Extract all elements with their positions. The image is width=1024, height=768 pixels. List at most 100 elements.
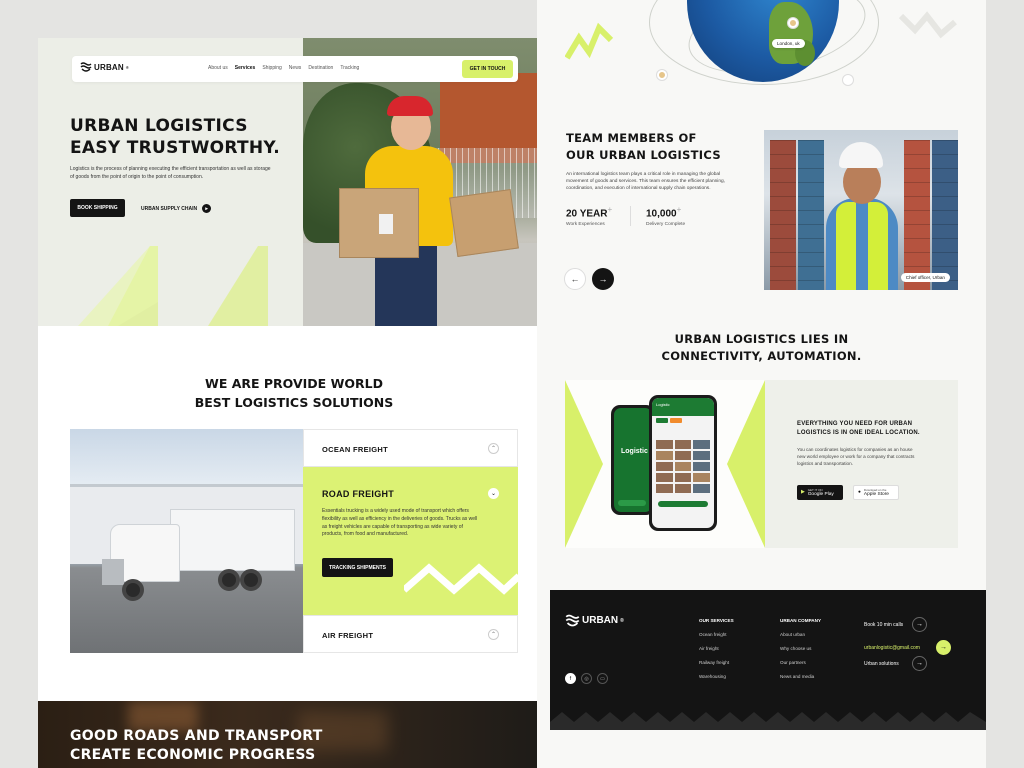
app-mockup-area: Logistic Logistic	[565, 380, 765, 548]
social-links: f ◎ ▭	[565, 673, 608, 684]
location-pin-icon[interactable]	[843, 75, 853, 85]
footer-link[interactable]: Our partners	[780, 660, 821, 665]
globe-section: London, uk	[537, 0, 986, 100]
solutions-title-line2: BEST LOGISTICS SOLUTIONS	[194, 395, 394, 410]
footer-link[interactable]: Why choose us	[780, 646, 821, 651]
location-pin-icon[interactable]	[657, 70, 667, 80]
wave-logo-icon	[80, 62, 92, 72]
road-freight-description: Essentials trucking is a widely used mod…	[322, 508, 478, 538]
get-in-touch-button[interactable]: GET IN TOUCH	[462, 60, 513, 78]
app-header: Logistic	[652, 398, 714, 416]
stat-label: Delivery Complete	[646, 222, 686, 228]
economic-progress-banner: GOOD ROADS AND TRANSPORT CREATE ECONOMIC…	[38, 701, 550, 768]
location-badge: London, uk	[772, 39, 805, 48]
arrow-right-icon: →	[912, 656, 927, 671]
zigzag-decoration	[899, 11, 957, 39]
truck-image	[70, 429, 303, 653]
site-footer: URBAN ® f ◎ ▭ OUR SERVICES Ocean freight …	[550, 590, 986, 730]
apple-icon: ●	[858, 490, 861, 495]
chevron-down-icon[interactable]: ⌄	[488, 488, 499, 499]
accordion-ocean-freight[interactable]: OCEAN FREIGHT ⌃	[303, 429, 518, 467]
footer-heading: OUR SERVICES	[699, 618, 734, 623]
banner-title: GOOD ROADS AND TRANSPORT CREATE ECONOMIC…	[70, 727, 323, 765]
footer-link[interactable]: Ocean freight	[699, 632, 734, 637]
hero-description: Logistics is the process of planning exe…	[70, 166, 271, 180]
wave-logo-icon	[565, 614, 580, 627]
urban-solutions-link[interactable]: Urban solutions →	[864, 656, 927, 671]
stat-suffix: +	[607, 205, 613, 214]
store-name: Google Play	[807, 492, 834, 497]
team-member-image: Chief officer, Urban	[764, 130, 958, 290]
footer-services-column: OUR SERVICES Ocean freight Air freight R…	[699, 618, 734, 688]
twitter-icon[interactable]: ▭	[597, 673, 608, 684]
footer-heading: URBAN COMPANY	[780, 618, 822, 623]
banner-title-line2: CREATE ECONOMIC PROGRESS	[70, 747, 316, 763]
book-calls-link[interactable]: Book 10 min calls →	[864, 617, 927, 632]
store-small-label: Download on the	[863, 488, 887, 492]
google-play-button[interactable]: ▶ GET IT ON Google Play	[797, 485, 843, 500]
footer-link[interactable]: About urban	[780, 632, 821, 637]
hero-title-line1: URBAN LOGISTICS	[70, 116, 248, 136]
store-small-label: GET IT ON	[807, 488, 823, 492]
chevron-up-icon[interactable]: ⌃	[488, 629, 499, 640]
nav-link-about[interactable]: About us	[208, 65, 228, 71]
footer-link[interactable]: Air freight	[699, 646, 734, 651]
brand-name: URBAN	[582, 615, 619, 626]
nav-link-tracking[interactable]: Tracking	[340, 65, 359, 71]
footer-link[interactable]: Railway freight	[699, 660, 734, 665]
nav-link-destination[interactable]: Destination	[308, 65, 333, 71]
connectivity-title: URBAN LOGISTICS LIES IN CONNECTIVITY, AU…	[537, 331, 986, 365]
zigzag-decoration	[565, 22, 614, 60]
nav-link-shipping[interactable]: Shipping	[262, 65, 281, 71]
accordion-road-freight[interactable]: ROAD FREIGHT ⌄ Essentials trucking is a …	[303, 467, 519, 615]
banner-title-line1: GOOD ROADS AND TRANSPORT	[70, 728, 323, 744]
app-image-grid	[656, 440, 710, 493]
play-arrow-icon: ▸	[202, 204, 212, 213]
divider	[630, 206, 631, 226]
stat-label: Work Experiences	[566, 222, 605, 228]
arrow-right-icon: →	[936, 640, 951, 655]
team-title-line2: OUR URBAN LOGISTICS	[566, 148, 721, 162]
stat-value: 10,000	[646, 208, 677, 220]
cta-label: Book 10 min calls	[864, 622, 904, 628]
stat-value: 20 YEAR	[566, 208, 608, 220]
arrow-right-icon: →	[912, 617, 927, 632]
brand-logo[interactable]: URBAN ®	[80, 62, 129, 72]
facebook-icon[interactable]: f	[565, 673, 576, 684]
landing-page-right: London, uk TEAM MEMBERS OF OUR URBAN LOG…	[537, 0, 986, 768]
arrow-right-icon[interactable]: →	[592, 268, 614, 290]
promo-description: You can coordinates logistics for compan…	[797, 447, 915, 466]
solutions-title-line1: WE ARE PROVIDE WORLD	[205, 376, 383, 391]
footer-brand-logo[interactable]: URBAN ®	[565, 614, 624, 627]
app-promo-card: Logistic Logistic EVERYTHING YOU NEED FO…	[565, 380, 958, 548]
book-shipping-button[interactable]: BOOK SHIPPING	[70, 199, 125, 217]
arrow-left-icon[interactable]: ←	[564, 268, 586, 290]
landing-page-left: URBAN ® About us Services Shipping News D…	[38, 38, 550, 768]
team-description: An international logistics team plays a …	[566, 172, 726, 191]
tracking-shipments-button[interactable]: TRACKING SHIPMENTS	[322, 558, 393, 577]
email-label: urbanlogistic@gmail.com	[864, 645, 920, 651]
nav-link-news[interactable]: News	[289, 65, 302, 71]
instagram-icon[interactable]: ◎	[581, 673, 592, 684]
stat-suffix: +	[676, 205, 682, 214]
accordion-air-freight[interactable]: AIR FREIGHT ⌃	[303, 615, 518, 653]
zigzag-decoration	[58, 246, 268, 326]
photo-caption: Chief officer, Urban	[900, 273, 950, 282]
app-header-title: Logistic	[656, 402, 670, 407]
nav-link-services[interactable]: Services	[235, 65, 256, 71]
connectivity-title-line2: CONNECTIVITY, AUTOMATION.	[661, 349, 862, 363]
accordion-title: OCEAN FREIGHT	[322, 445, 388, 454]
location-pin-icon[interactable]	[788, 18, 798, 28]
phone-mockup-front: Logistic	[649, 395, 717, 531]
footer-link[interactable]: News and media	[780, 674, 821, 679]
apple-store-button[interactable]: ● Download on the Apple Store	[853, 485, 899, 500]
zigzag-pattern-decoration	[550, 712, 986, 730]
footer-link[interactable]: Warehousing	[699, 674, 734, 679]
cta-label: Urban solutions	[864, 661, 899, 667]
email-link[interactable]: urbanlogistic@gmail.com →	[864, 640, 951, 655]
store-name: Apple Store	[863, 492, 889, 497]
solutions-title: WE ARE PROVIDE WORLD BEST LOGISTICS SOLU…	[38, 374, 550, 412]
supply-chain-link[interactable]: URBAN SUPPLY CHAIN ▸	[141, 204, 212, 213]
nav-links: About us Services Shipping News Destinat…	[208, 65, 359, 71]
chevron-up-icon[interactable]: ⌃	[488, 443, 499, 454]
